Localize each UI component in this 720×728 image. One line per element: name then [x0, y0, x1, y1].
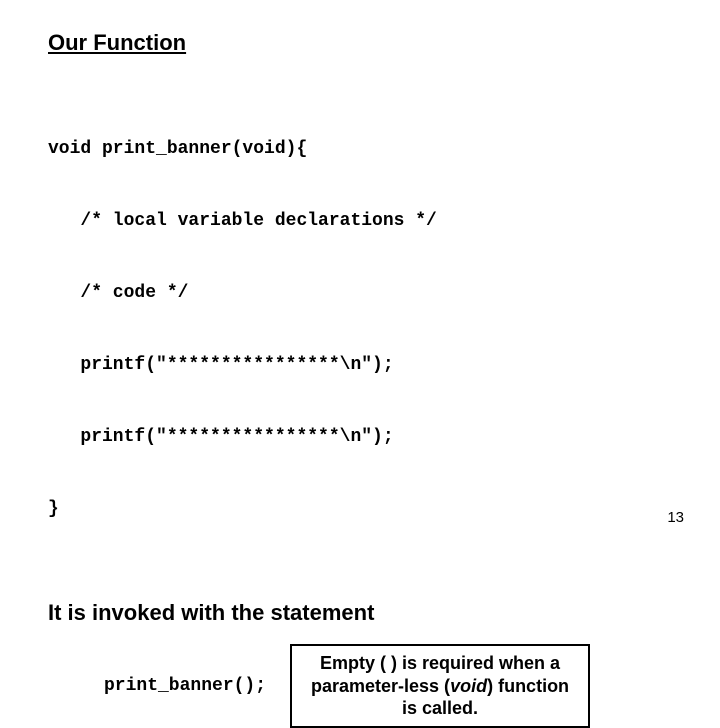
code-block: void print_banner(void){ /* local variab…	[48, 104, 672, 572]
code-line-5: printf("****************\n");	[48, 428, 672, 446]
callout-box: Empty ( ) is required when a parameter-l…	[290, 644, 590, 728]
slide-heading: Our Function	[48, 30, 672, 56]
page-number: 13	[667, 509, 684, 526]
bottom-row: print_banner(); Empty ( ) is required wh…	[48, 644, 672, 728]
code-line-4: printf("****************\n");	[48, 356, 672, 374]
code-line-2: /* local variable declarations */	[48, 212, 672, 230]
code-line-1: void print_banner(void){	[48, 140, 672, 158]
slide-page: Our Function void print_banner(void){ /*…	[0, 0, 720, 540]
code-line-3: /* code */	[48, 284, 672, 302]
invoke-code: print_banner();	[48, 676, 266, 696]
invoked-text: It is invoked with the statement	[48, 600, 672, 626]
callout-void: void	[450, 676, 487, 696]
code-line-6: }	[48, 500, 672, 518]
